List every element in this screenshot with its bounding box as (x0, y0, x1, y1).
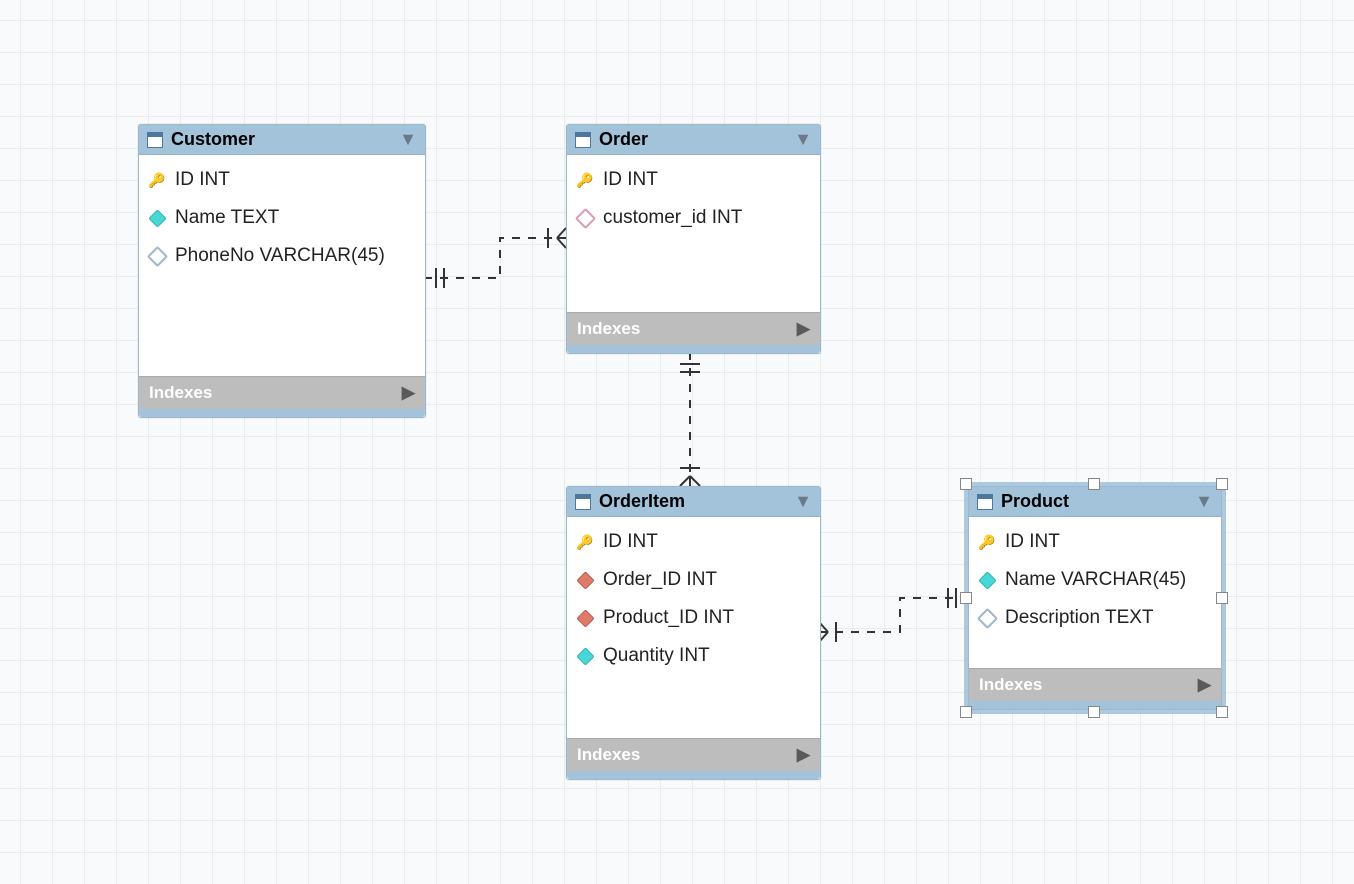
diamond-open-icon (149, 248, 165, 264)
column-name[interactable]: Name VARCHAR(45) (969, 561, 1221, 599)
diamond-fk-icon (577, 210, 593, 226)
entity-header[interactable]: Customer ▼ (139, 125, 425, 155)
column-order-id[interactable]: Order_ID INT (567, 561, 820, 599)
indexes-label: Indexes (577, 745, 640, 765)
expand-icon: ▶ (797, 745, 810, 765)
column-text: customer_id INT (603, 207, 742, 229)
column-list: 🔑 ID INT Name VARCHAR(45) Description TE… (969, 517, 1221, 668)
table-icon (977, 494, 993, 510)
column-text: Quantity INT (603, 645, 710, 667)
column-id[interactable]: 🔑 ID INT (567, 161, 820, 199)
table-icon (575, 132, 591, 148)
indexes-label: Indexes (577, 319, 640, 339)
entity-orderitem[interactable]: OrderItem ▼ 🔑 ID INT Order_ID INT Produc… (566, 486, 821, 780)
entity-title: Order (599, 129, 794, 150)
column-text: ID INT (1005, 531, 1060, 553)
resize-handle-e[interactable] (1216, 592, 1228, 604)
collapse-icon[interactable]: ▼ (399, 129, 417, 150)
entity-footer (567, 345, 820, 353)
indexes-section[interactable]: Indexes ▶ (969, 668, 1221, 701)
column-text: Name TEXT (175, 207, 279, 229)
column-text: Description TEXT (1005, 607, 1154, 629)
entity-footer (567, 771, 820, 779)
diamond-icon (577, 648, 593, 664)
diamond-open-icon (979, 610, 995, 626)
resize-handle-w[interactable] (960, 592, 972, 604)
entity-customer[interactable]: Customer ▼ 🔑 ID INT Name TEXT PhoneNo VA… (138, 124, 426, 418)
resize-handle-nw[interactable] (960, 478, 972, 490)
collapse-icon[interactable]: ▼ (794, 129, 812, 150)
column-product-id[interactable]: Product_ID INT (567, 599, 820, 637)
column-id[interactable]: 🔑 ID INT (139, 161, 425, 199)
column-list: 🔑 ID INT Order_ID INT Product_ID INT Qua… (567, 517, 820, 738)
entity-title: Customer (171, 129, 399, 150)
expand-icon: ▶ (1198, 675, 1211, 695)
collapse-icon[interactable]: ▼ (1195, 491, 1213, 512)
column-text: PhoneNo VARCHAR(45) (175, 245, 385, 267)
resize-handle-ne[interactable] (1216, 478, 1228, 490)
resize-handle-n[interactable] (1088, 478, 1100, 490)
column-text: Order_ID INT (603, 569, 717, 591)
entity-header[interactable]: OrderItem ▼ (567, 487, 820, 517)
indexes-label: Indexes (979, 675, 1042, 695)
diamond-icon (979, 572, 995, 588)
table-icon (575, 494, 591, 510)
entity-title: Product (1001, 491, 1195, 512)
collapse-icon[interactable]: ▼ (794, 491, 812, 512)
resize-handle-s[interactable] (1088, 706, 1100, 718)
column-name[interactable]: Name TEXT (139, 199, 425, 237)
indexes-section[interactable]: Indexes ▶ (139, 376, 425, 409)
column-phoneno[interactable]: PhoneNo VARCHAR(45) (139, 237, 425, 275)
table-icon (147, 132, 163, 148)
indexes-section[interactable]: Indexes ▶ (567, 738, 820, 771)
entity-header[interactable]: Product ▼ (969, 487, 1221, 517)
diamond-icon (149, 210, 165, 226)
column-text: Name VARCHAR(45) (1005, 569, 1186, 591)
entity-footer (139, 409, 425, 417)
expand-icon: ▶ (402, 383, 415, 403)
diamond-fk-icon (577, 610, 593, 626)
column-list: 🔑 ID INT customer_id INT (567, 155, 820, 312)
column-text: Product_ID INT (603, 607, 734, 629)
entity-order[interactable]: Order ▼ 🔑 ID INT customer_id INT Indexes… (566, 124, 821, 354)
column-id[interactable]: 🔑 ID INT (567, 523, 820, 561)
key-icon: 🔑 (577, 534, 593, 550)
key-icon: 🔑 (149, 172, 165, 188)
column-text: ID INT (603, 169, 658, 191)
column-list: 🔑 ID INT Name TEXT PhoneNo VARCHAR(45) (139, 155, 425, 376)
indexes-section[interactable]: Indexes ▶ (567, 312, 820, 345)
entity-header[interactable]: Order ▼ (567, 125, 820, 155)
entity-product[interactable]: Product ▼ 🔑 ID INT Name VARCHAR(45) Desc… (968, 486, 1222, 710)
entity-title: OrderItem (599, 491, 794, 512)
resize-handle-sw[interactable] (960, 706, 972, 718)
column-id[interactable]: 🔑 ID INT (969, 523, 1221, 561)
diamond-fk-icon (577, 572, 593, 588)
column-description[interactable]: Description TEXT (969, 599, 1221, 637)
column-text: ID INT (603, 531, 658, 553)
expand-icon: ▶ (797, 319, 810, 339)
indexes-label: Indexes (149, 383, 212, 403)
column-customer-id[interactable]: customer_id INT (567, 199, 820, 237)
column-quantity[interactable]: Quantity INT (567, 637, 820, 675)
er-canvas[interactable]: Customer ▼ 🔑 ID INT Name TEXT PhoneNo VA… (0, 0, 1354, 884)
key-icon: 🔑 (577, 172, 593, 188)
key-icon: 🔑 (979, 534, 995, 550)
resize-handle-se[interactable] (1216, 706, 1228, 718)
column-text: ID INT (175, 169, 230, 191)
